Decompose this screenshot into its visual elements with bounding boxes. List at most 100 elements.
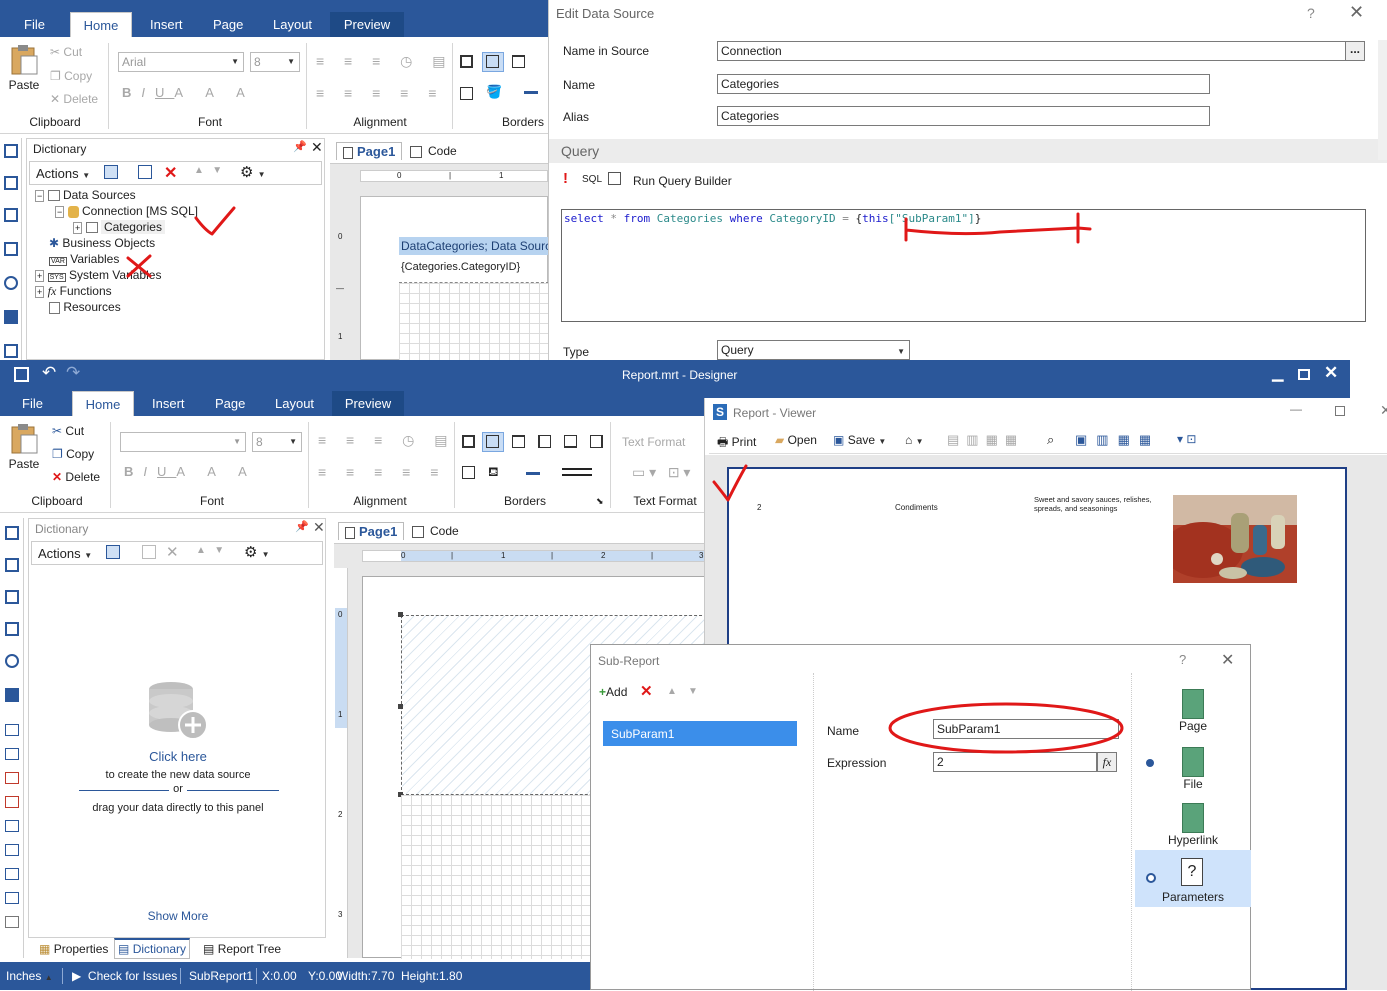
text-format-button[interactable]: Text Format <box>622 435 685 449</box>
option-parameters-radio[interactable] <box>1146 873 1156 883</box>
name-in-source-browse[interactable]: ... <box>1345 41 1365 61</box>
back-cut-button[interactable]: ✂ Cut <box>50 45 82 59</box>
font-style-buttons[interactable]: BIUA A A <box>124 464 257 479</box>
tab-home[interactable]: Home <box>72 391 134 416</box>
actions-menu[interactable]: Actions ▼ <box>38 546 92 561</box>
move-up-icon[interactable]: ▲ ▼ <box>196 545 224 556</box>
back-font-size[interactable]: 8 ▼ <box>250 52 300 72</box>
edit-icon[interactable] <box>142 545 156 559</box>
back-databand-field[interactable]: {Categories.CategoryID} <box>399 255 549 283</box>
tree-item-business-objects[interactable]: ✱ Business Objects <box>49 236 155 250</box>
sql-label[interactable]: SQL <box>582 174 602 185</box>
undo-icon[interactable]: ↶ <box>42 363 56 383</box>
edit-icon[interactable] <box>138 165 152 179</box>
tree-item-functions[interactable]: + fx Functions <box>35 284 112 299</box>
back-copy-button[interactable]: ❐ Copy <box>50 69 92 83</box>
tab-file[interactable]: File <box>10 391 55 416</box>
option-file-radio[interactable] <box>1146 759 1154 767</box>
tree-item-connection[interactable]: − Connection [MS SQL] <box>55 204 198 218</box>
check-issues-button[interactable]: ▶ Check for Issues <box>72 969 177 983</box>
alias-field[interactable]: Categories <box>717 106 1210 126</box>
back-actions-menu[interactable]: Actions ▼ <box>36 166 90 181</box>
back-tab-home[interactable]: Home <box>70 12 132 37</box>
edit-ds-scrollbar[interactable] <box>1378 40 1387 160</box>
viewer-maximize[interactable] <box>1335 406 1345 416</box>
show-more-link[interactable]: Show More <box>29 909 327 923</box>
tree-item-categories[interactable]: + Categories <box>73 220 165 234</box>
pin-icon[interactable]: 📌 <box>295 520 309 533</box>
new-item-icon[interactable] <box>104 165 118 179</box>
type-dropdown[interactable]: Query ▼ <box>717 340 910 360</box>
viewer-close[interactable]: ✕ <box>1380 402 1387 419</box>
name-field[interactable]: Categories <box>717 74 1210 94</box>
back-delete-button[interactable]: ✕ Delete <box>50 92 98 106</box>
align-buttons-2[interactable]: ≡ ≡ ≡ ≡ ≡ <box>318 464 446 480</box>
option-page[interactable]: Page <box>1161 689 1225 733</box>
sub-report-close[interactable]: ✕ <box>1221 650 1234 670</box>
delete-icon[interactable]: ✕ <box>166 543 179 561</box>
settings-gear-icon[interactable]: ⚙ ▼ <box>240 163 266 181</box>
back-font-name[interactable]: Arial ▼ <box>118 52 244 72</box>
back-tab-code[interactable]: Code <box>410 144 457 158</box>
back-align-buttons-2[interactable]: ≡ ≡ ≡ ≡ ≡ <box>316 85 444 101</box>
option-parameters[interactable]: ? Parameters <box>1135 850 1251 907</box>
panel-tab-properties[interactable]: ▦ Properties <box>36 940 111 958</box>
move-param-icons[interactable]: ▲ ▼ <box>667 686 698 697</box>
delete-red-icon[interactable]: ✕ <box>164 163 177 183</box>
tree-item-resources[interactable]: Resources <box>49 300 121 314</box>
expression-fx-button[interactable]: fx <box>1097 752 1117 772</box>
pin-icon[interactable]: 📌 <box>293 140 307 153</box>
viewer-minimize[interactable]: — <box>1290 402 1302 416</box>
tab-page1[interactable]: Page1 <box>338 522 405 540</box>
tab-page[interactable]: Page <box>203 391 257 416</box>
borders-dialog-launcher[interactable]: ⬊ <box>596 496 604 507</box>
units-selector[interactable]: Inches ▲ <box>6 969 53 983</box>
name-in-source-field[interactable]: Connection <box>717 41 1347 61</box>
edit-ds-help[interactable]: ? <box>1307 5 1315 21</box>
minimize-button[interactable]: ▁ <box>1272 364 1284 382</box>
back-paste-button[interactable]: Paste <box>6 43 42 92</box>
settings-gear-icon[interactable]: ⚙ ▼ <box>244 543 270 561</box>
sub-report-help[interactable]: ? <box>1179 652 1186 667</box>
back-tab-layout[interactable]: Layout <box>261 12 324 37</box>
copy-button[interactable]: ❐ Copy <box>52 447 94 461</box>
param-item[interactable]: SubParam1 <box>603 721 797 746</box>
redo-icon[interactable]: ↷ <box>66 363 80 383</box>
back-databand[interactable]: DataCategories; Data Source {Categories.… <box>399 237 549 361</box>
param-name-field[interactable]: SubParam1 <box>933 719 1119 739</box>
text-format-buttons[interactable]: ▭ ▾ ⊡ ▾ <box>632 464 690 481</box>
tab-code[interactable]: Code <box>412 524 459 538</box>
panel-tab-dictionary[interactable]: ▤ Dictionary <box>114 938 191 959</box>
print-button[interactable]: 🖶 Print <box>717 433 756 454</box>
delete-button[interactable]: ✕ Delete <box>52 470 100 484</box>
click-here-link[interactable]: Click here <box>29 749 327 764</box>
back-tab-insert[interactable]: Insert <box>138 12 195 37</box>
tree-item-variables[interactable]: VAR Variables <box>49 252 119 266</box>
find-icon[interactable]: ⌕ <box>1047 432 1054 448</box>
back-tab-page1[interactable]: Page1 <box>336 142 403 160</box>
edit-ds-close[interactable]: ✕ <box>1349 2 1364 23</box>
remove-param-icon[interactable]: ✕ <box>640 682 653 700</box>
paste-button[interactable]: Paste <box>6 422 42 471</box>
cut-button[interactable]: ✂ Cut <box>52 424 84 438</box>
font-name-dropdown[interactable]: ▼ <box>120 432 246 452</box>
open-button[interactable]: ▰ Open <box>775 433 817 447</box>
run-query-builder-button[interactable]: Run Query Builder <box>633 174 732 188</box>
back-dictionary-close[interactable]: ✕ <box>311 139 323 156</box>
tab-insert[interactable]: Insert <box>140 391 197 416</box>
zoom-icon[interactable]: ▾ ⊡ <box>1177 432 1196 446</box>
maximize-button[interactable] <box>1298 369 1310 380</box>
back-tab-page[interactable]: Page <box>201 12 255 37</box>
option-file[interactable]: File <box>1161 747 1225 791</box>
align-buttons[interactable]: ≡ ≡ ≡ ◷ ▤ <box>318 432 456 449</box>
back-tab-file[interactable]: File <box>12 12 57 37</box>
back-font-style-buttons[interactable]: BIUA A A <box>122 85 255 100</box>
export-button[interactable]: ⌂ ▼ <box>905 433 924 447</box>
close-button[interactable]: ✕ <box>1324 363 1338 383</box>
param-expression-field[interactable]: 2 <box>933 752 1097 772</box>
add-param-button[interactable]: +Add <box>599 685 627 699</box>
new-item-icon[interactable] <box>106 545 120 559</box>
back-tab-preview[interactable]: Preview <box>330 12 404 37</box>
save-icon[interactable] <box>14 367 29 382</box>
option-hyperlink[interactable]: Hyperlink <box>1161 803 1225 847</box>
